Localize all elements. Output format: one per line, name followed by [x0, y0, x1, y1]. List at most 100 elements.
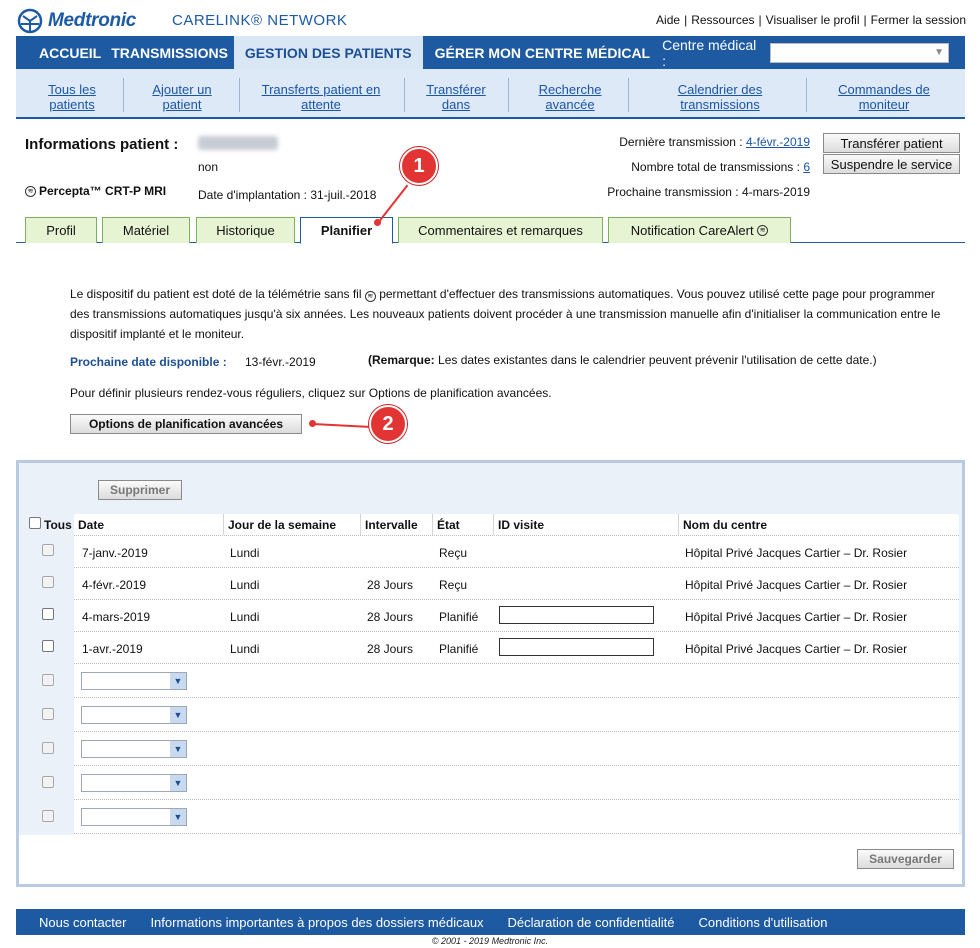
tab-historique[interactable]: Historique [196, 217, 295, 243]
date-select[interactable]: ▼ [81, 808, 187, 826]
nav-accueil[interactable]: ACCUEIL [16, 36, 105, 69]
divider [123, 78, 124, 112]
chevron-down-icon: ▼ [934, 47, 944, 58]
footer-privacy-link[interactable]: Déclaration de confidentialité [508, 915, 675, 930]
row-interval: 28 Jours [367, 610, 414, 624]
row-centre: Hôpital Privé Jacques Cartier – Dr. Rosi… [685, 546, 908, 560]
total-transmissions-link[interactable]: 6 [803, 160, 810, 174]
tab-profil[interactable]: Profil [25, 217, 97, 243]
carelink-network-title: CARELINK® NETWORK [172, 12, 348, 29]
centre-medical-label: Centre médical : [662, 36, 757, 69]
row-checkbox [42, 576, 54, 588]
centre-medical-select[interactable]: ▼ [770, 43, 949, 63]
date-select[interactable]: ▼ [81, 706, 187, 724]
subnav-recherche-avancee[interactable]: Recherche avancée [528, 82, 612, 112]
logout-link[interactable]: Fermer la session [871, 13, 966, 27]
nav-transmissions[interactable]: TRANSMISSIONS [105, 36, 234, 69]
chevron-down-icon: ▼ [170, 707, 186, 723]
row-centre: Hôpital Privé Jacques Cartier – Dr. Rosi… [685, 610, 908, 624]
tab-materiel[interactable]: Matériel [102, 217, 190, 243]
date-select[interactable]: ▼ [81, 740, 187, 758]
transfer-patient-button[interactable]: Transférer patient [823, 133, 960, 153]
remark-text: (Remarque: Les dates existantes dans le … [368, 353, 877, 367]
header-date[interactable]: Date [74, 514, 224, 535]
subnav-tous-patients[interactable]: Tous les patients [40, 82, 104, 112]
divider [239, 78, 240, 112]
row-separator [74, 567, 959, 568]
medtronic-logo: Medtronic [16, 8, 136, 34]
nav-gerer-centre[interactable]: GÉRER MON CENTRE MÉDICAL [423, 36, 662, 69]
footer-medical-records-link[interactable]: Informations importantes à propos des do… [150, 915, 483, 930]
row-interval: 28 Jours [367, 578, 414, 592]
patient-name-redacted [198, 136, 278, 150]
device-name: ≋ Percepta™ CRT-P MRI [25, 184, 166, 198]
resources-link[interactable]: Ressources [691, 13, 754, 27]
tab-commentaires[interactable]: Commentaires et remarques [398, 217, 603, 243]
header-intervalle[interactable]: Intervalle [361, 514, 433, 535]
row-checkbox [42, 708, 54, 720]
row-separator [74, 599, 959, 600]
row-checkbox [42, 742, 54, 754]
row-separator [74, 731, 959, 732]
logo-text: Medtronic [48, 10, 137, 31]
sub-nav: Tous les patients Ajouter un patient Trans… [16, 69, 965, 119]
total-transmissions: Nombre total de transmissions : 6 [631, 160, 810, 174]
row-separator [74, 697, 959, 698]
subnav-ajouter-patient[interactable]: Ajouter un patient [144, 82, 220, 112]
main-nav: ACCUEIL TRANSMISSIONS GESTION DES PATIEN… [16, 36, 965, 69]
divider [508, 78, 509, 112]
row-separator [74, 631, 959, 632]
row-day: Lundi [230, 546, 260, 560]
header-nom-centre[interactable]: Nom du centre [679, 514, 957, 535]
row-date: 1-avr.-2019 [82, 642, 143, 656]
subnav-transferts-attente[interactable]: Transferts patient en attente [256, 82, 386, 112]
save-button[interactable]: Sauvegarder [857, 849, 954, 869]
row-state: Reçu [439, 546, 468, 560]
next-date-label: Prochaine date disponible : [70, 355, 227, 369]
row-date: 4-mars-2019 [82, 610, 151, 624]
medtronic-logo-icon [17, 8, 43, 34]
help-link[interactable]: Aide [656, 13, 680, 27]
patient-info-title: Informations patient : [25, 136, 179, 153]
nav-gestion-patients[interactable]: GESTION DES PATIENTS [233, 36, 423, 69]
row-separator [74, 799, 959, 800]
row-state: Planifié [439, 610, 479, 624]
callout-marker-2: 2 [369, 405, 407, 443]
chevron-down-icon: ▼ [170, 809, 186, 825]
divider [806, 78, 807, 112]
visit-id-input[interactable] [499, 606, 654, 624]
row-day: Lundi [230, 642, 260, 656]
subnav-commandes-moniteur[interactable]: Commandes de moniteur [832, 82, 936, 112]
visit-id-input[interactable] [499, 638, 654, 656]
header-id-visite[interactable]: ID visite [494, 514, 679, 535]
delete-button[interactable]: Supprimer [98, 480, 182, 500]
chevron-down-icon: ▼ [170, 673, 186, 689]
row-checkbox [42, 810, 54, 822]
advanced-planning-options-button[interactable]: Options de planification avancées [70, 414, 302, 434]
wireless-icon: ≋ [364, 291, 376, 302]
suspend-service-button[interactable]: Suspendre le service [823, 154, 960, 174]
top-links: Aide | Ressources | Visualiser le profil | … [656, 13, 966, 27]
header-jour[interactable]: Jour de la semaine [224, 514, 361, 535]
row-checkbox[interactable] [42, 640, 54, 652]
row-date: 4-févr.-2019 [82, 578, 147, 592]
row-separator [74, 833, 959, 834]
callout-dot-1 [374, 219, 381, 226]
row-date: 7-janv.-2019 [82, 546, 148, 560]
view-profile-link[interactable]: Visualiser le profil [766, 13, 860, 27]
date-select[interactable]: ▼ [81, 774, 187, 792]
footer-terms-link[interactable]: Conditions d'utilisation [698, 915, 827, 930]
subnav-calendrier-transmissions[interactable]: Calendrier des transmissions [668, 82, 772, 112]
date-select[interactable]: ▼ [81, 672, 187, 690]
tab-notification-carealert[interactable]: Notification CareAlert ≋ [608, 217, 791, 243]
row-checkbox[interactable] [42, 608, 54, 620]
row-day: Lundi [230, 610, 260, 624]
footer-contact-link[interactable]: Nous contacter [39, 915, 126, 930]
subnav-transferer-dans[interactable]: Transférer dans [421, 82, 491, 112]
header-etat[interactable]: État [433, 514, 494, 535]
row-separator [74, 663, 959, 664]
select-all-checkbox[interactable] [29, 517, 41, 529]
patient-subtitle: non [198, 160, 219, 174]
last-transmission-link[interactable]: 4-févr.-2019 [746, 135, 810, 149]
schedule-panel: Supprimer Tous Date Jour de la semaine I… [16, 460, 965, 887]
